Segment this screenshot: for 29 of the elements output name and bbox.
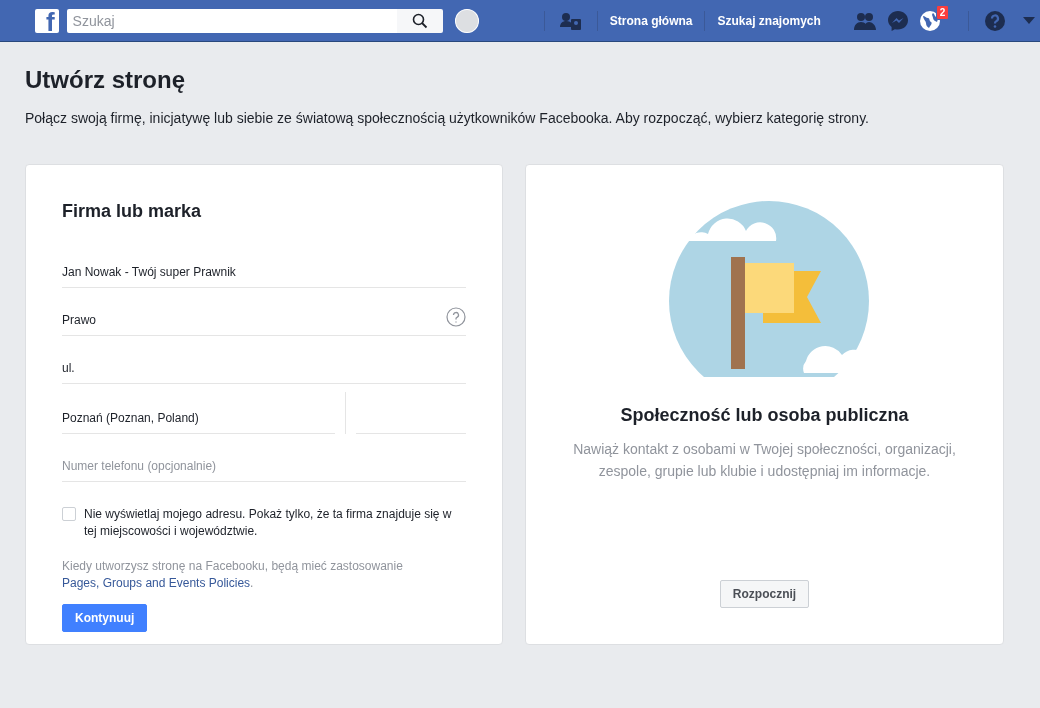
- search-button[interactable]: [397, 8, 444, 33]
- search-field[interactable]: Szukaj: [66, 8, 398, 33]
- input-field[interactable]: Prawo: [62, 313, 446, 327]
- messenger-icon[interactable]: [887, 9, 910, 32]
- people-icon[interactable]: [559, 11, 582, 30]
- help-icon[interactable]: [984, 9, 1007, 32]
- friends-icon[interactable]: [853, 10, 878, 31]
- checkbox[interactable]: [62, 507, 76, 521]
- card-description: Nawiąż kontakt z osobami w Twojej społeczności, organizacji, zespole, grupie lub klubie i udostępniaj im informacje.: [572, 440, 957, 481]
- notification-badge: 2: [935, 4, 950, 20]
- nav-link[interactable]: Szukaj znajomych: [715, 13, 823, 28]
- card-title: Społeczność lub osoba publiczna: [620, 405, 909, 426]
- input-field[interactable]: ul.: [62, 361, 466, 375]
- help-icon[interactable]: [446, 307, 466, 327]
- checkbox-label: Nie wyświetlaj mojego adresu. Pokaż tylko, że ta firma znajduje się w tej miejscowości i województwie.: [84, 506, 453, 540]
- caret-icon[interactable]: [1023, 17, 1036, 24]
- continue-button[interactable]: Kontynuuj: [62, 604, 148, 632]
- input-field[interactable]: Numer telefonu (opcjonalnie): [62, 459, 466, 473]
- input-field[interactable]: Poznań (Poznan, Poland): [62, 411, 335, 425]
- input-field[interactable]: Jan Nowak - Twój super Prawnik: [62, 265, 466, 279]
- policy-text: Kiedy utworzysz stronę na Facebooku, będą mieć zastosowanie Pages, Groups and Events Policies.: [62, 558, 404, 592]
- avatar[interactable]: [455, 8, 479, 33]
- nav-link[interactable]: Strona główna: [607, 13, 695, 28]
- card-title: Firma lub marka: [62, 201, 203, 222]
- start-button[interactable]: Rozpocznij: [719, 580, 810, 608]
- page-title: Utwórz stronę: [25, 66, 186, 94]
- search-icon: [412, 12, 429, 29]
- facebook-logo[interactable]: f: [35, 8, 59, 33]
- page-subtitle: Połącz swoją firmę, inicjatywę lub siebie ze światową społecznością użytkowników Facebooka. Aby rozpocząć, wybierz kategorię strony.: [25, 110, 870, 126]
